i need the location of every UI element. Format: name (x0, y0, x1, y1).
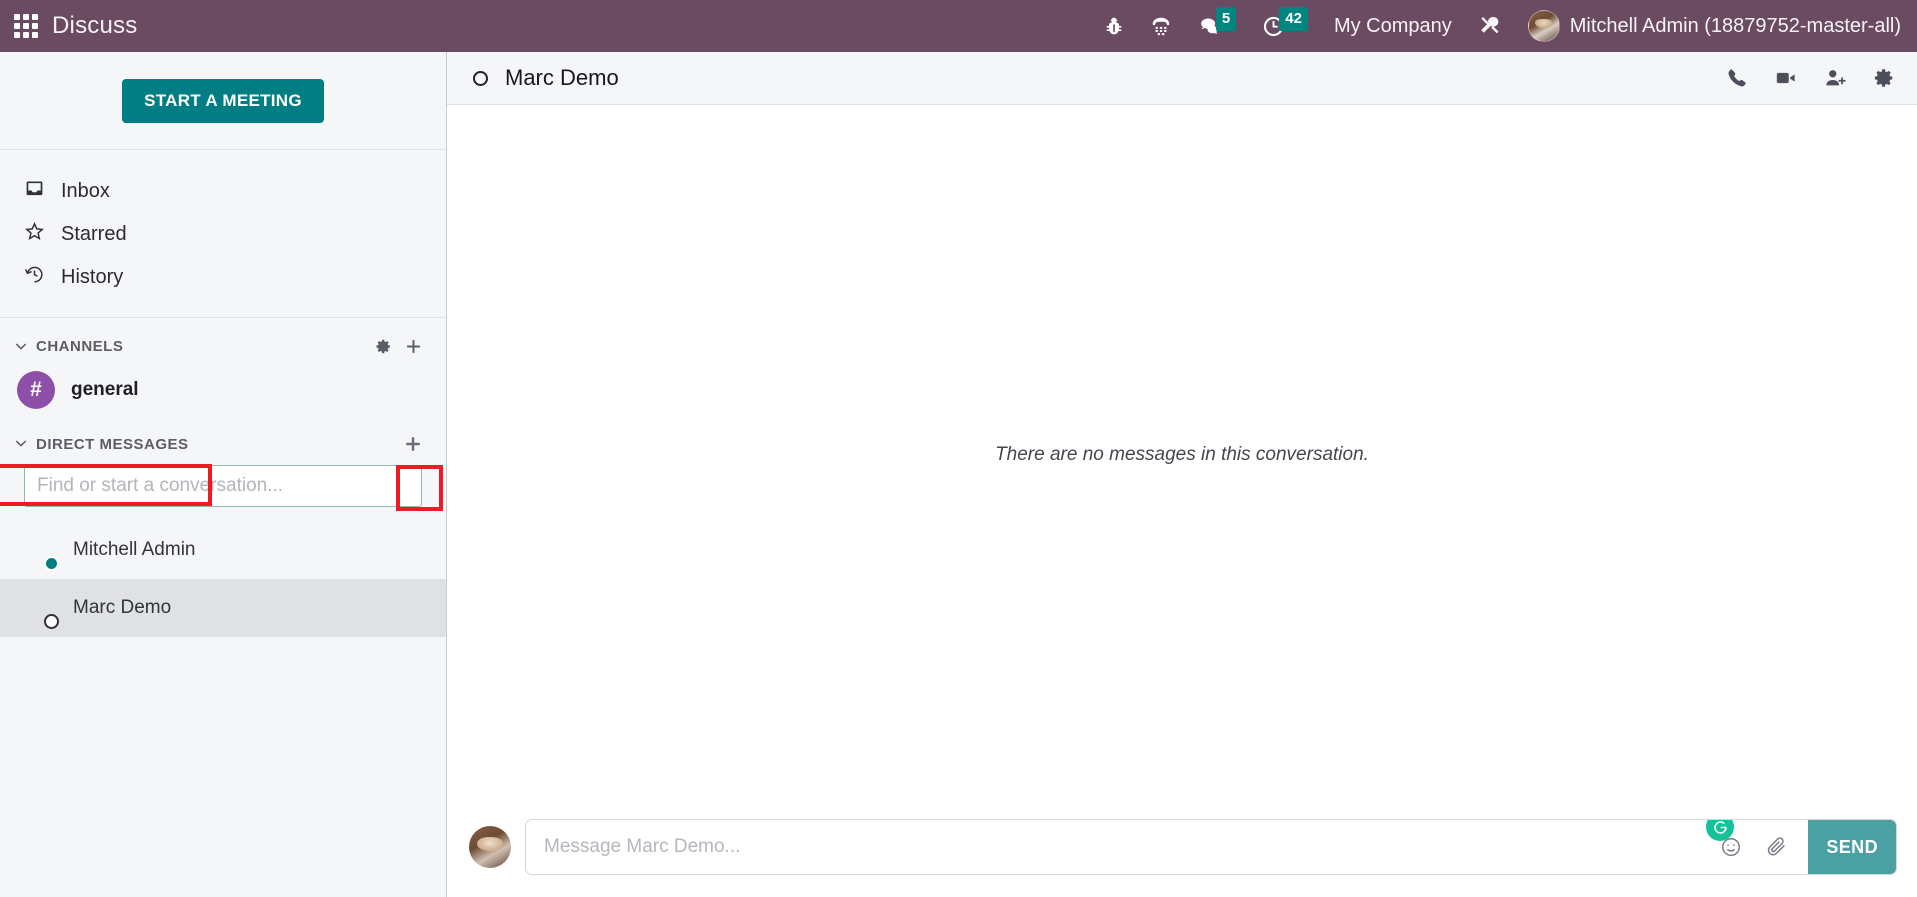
status-offline-indicator (44, 614, 59, 629)
phone-dialpad-icon[interactable] (1137, 0, 1185, 52)
chevron-down-icon (14, 437, 28, 451)
app-brand-title[interactable]: Discuss (52, 12, 137, 40)
dm-item-label: Marc Demo (73, 597, 172, 618)
sidebar-item-history[interactable]: History (0, 256, 446, 299)
conversation-actions (1726, 67, 1895, 89)
direct-messages-section-title: DIRECT MESSAGES (36, 435, 189, 453)
user-menu[interactable]: Mitchell Admin (18879752-master-all) (1515, 0, 1905, 52)
empty-conversation-message: There are no messages in this conversati… (995, 444, 1369, 465)
discuss-sidebar: START A MEETING Inbox Starred History CH… (0, 52, 447, 897)
thread-settings-icon[interactable] (1873, 67, 1895, 89)
conversation-header: Marc Demo (447, 52, 1917, 105)
plus-icon[interactable] (405, 338, 422, 355)
messages-menu[interactable]: 5 (1185, 0, 1249, 52)
status-online-indicator (44, 556, 59, 571)
add-users-icon[interactable] (1824, 67, 1847, 89)
avatar (1527, 10, 1560, 42)
status-offline-indicator (473, 70, 488, 86)
direct-messages-section-actions (404, 435, 422, 453)
channel-name-label: general (71, 379, 139, 400)
find-conversation-input[interactable] (24, 465, 422, 507)
company-name-label: My Company (1333, 14, 1452, 37)
composer-input-box: SEND (525, 819, 1897, 875)
composer-tools (1720, 836, 1808, 858)
activities-badge: 42 (1279, 7, 1308, 31)
avatar (469, 826, 511, 868)
gear-icon[interactable] (375, 338, 392, 355)
channels-section-header[interactable]: CHANNELS (0, 318, 446, 365)
tools-icon[interactable] (1465, 0, 1515, 52)
sidebar-item-inbox[interactable]: Inbox (0, 170, 446, 213)
messages-badge: 5 (1215, 7, 1237, 31)
company-switcher[interactable]: My Company (1321, 0, 1465, 52)
channels-section-title: CHANNELS (36, 338, 124, 355)
paperclip-icon[interactable] (1766, 836, 1788, 858)
conversation-body: There are no messages in this conversati… (447, 105, 1917, 805)
avatar (17, 588, 59, 629)
dm-item-mitchell-admin[interactable]: Mitchell Admin (0, 521, 446, 579)
user-name-label: Mitchell Admin (18879752-master-all) (1569, 14, 1901, 37)
dm-item-label: Mitchell Admin (73, 539, 196, 560)
direct-messages-section-header[interactable]: DIRECT MESSAGES (0, 415, 446, 463)
avatar (17, 530, 59, 571)
activities-menu[interactable]: 42 (1249, 0, 1321, 52)
dm-search-wrapper (0, 463, 446, 507)
sidebar-item-label: Starred (61, 223, 127, 245)
sidebar-item-starred[interactable]: Starred (0, 213, 446, 256)
sidebar-item-label: Inbox (61, 180, 110, 202)
start-meeting-area: START A MEETING (0, 52, 446, 150)
send-button[interactable]: SEND (1808, 820, 1896, 874)
sidebar-item-label: History (61, 266, 124, 288)
top-navbar: Discuss 5 42 My Company Mitchell Admin (… (0, 0, 1917, 52)
channels-section-actions (375, 338, 422, 355)
direct-messages-list: Mitchell Admin Marc Demo (0, 521, 446, 637)
channel-hash-icon: # (17, 371, 55, 409)
add-direct-message-plus-icon[interactable] (404, 435, 422, 453)
conversation-panel: Marc Demo There are no messages in this … (447, 52, 1917, 897)
dm-item-marc-demo[interactable]: Marc Demo (0, 579, 446, 637)
message-composer: SEND (447, 805, 1917, 897)
chevron-down-icon (14, 340, 28, 354)
mailbox-list: Inbox Starred History (0, 150, 446, 318)
navbar-right-group: 5 42 My Company Mitchell Admin (18879752… (1091, 0, 1917, 52)
call-icon[interactable] (1726, 67, 1748, 89)
message-input[interactable] (526, 820, 1721, 874)
app-body: START A MEETING Inbox Starred History CH… (0, 52, 1917, 897)
start-meeting-button[interactable]: START A MEETING (122, 79, 324, 123)
bug-icon[interactable] (1091, 0, 1137, 52)
channel-item-general[interactable]: # general (0, 365, 446, 415)
history-icon (24, 264, 45, 291)
star-icon (24, 221, 45, 248)
page-title: Marc Demo (505, 65, 619, 90)
video-call-icon[interactable] (1774, 67, 1798, 89)
apps-grid-icon[interactable] (14, 14, 38, 38)
inbox-icon (24, 178, 45, 205)
